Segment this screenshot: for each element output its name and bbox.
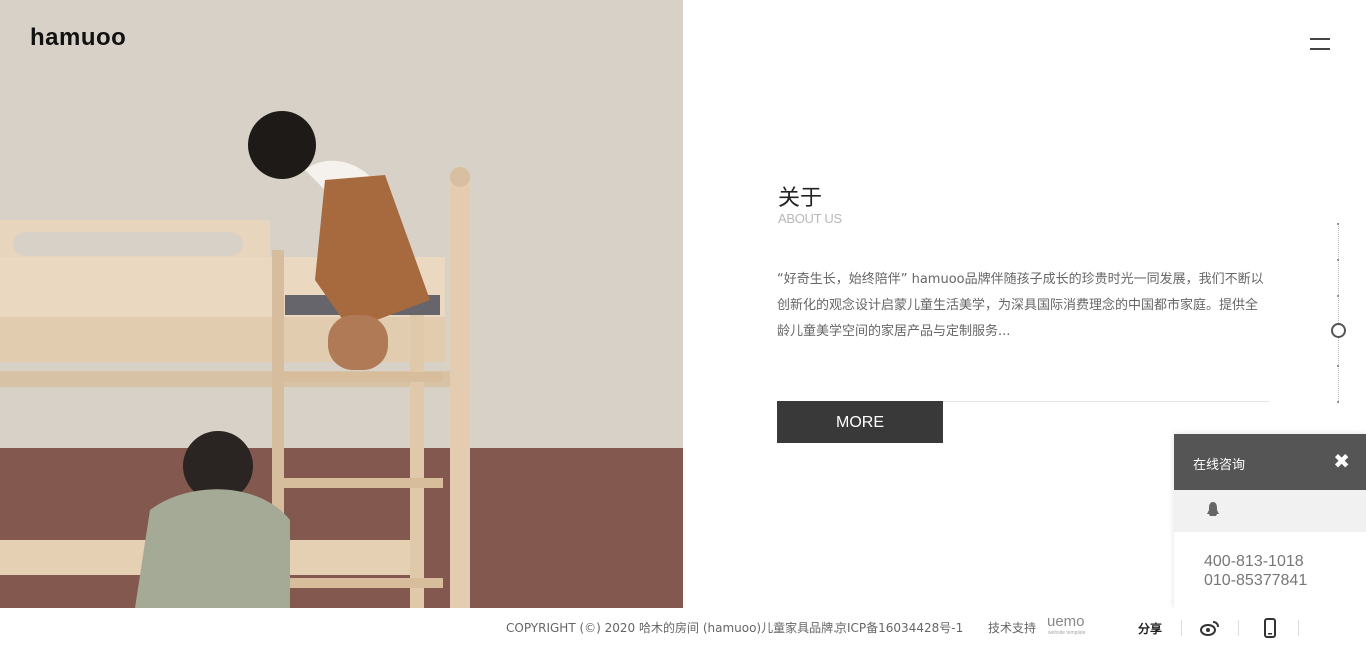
qq-contact-row[interactable] [1174, 490, 1366, 532]
pagination-dot[interactable] [1337, 259, 1339, 261]
section-pagination [1331, 223, 1347, 403]
share-label: 分享 [1138, 622, 1163, 636]
menu-line [1310, 48, 1330, 50]
pagination-dot[interactable] [1337, 365, 1339, 367]
pagination-dot[interactable] [1337, 295, 1339, 297]
weibo-icon[interactable] [1200, 618, 1220, 638]
contact-phones: 400-813-1018 010-85377841 [1204, 552, 1307, 590]
uemo-logo-tagline: website template [1048, 630, 1086, 636]
close-icon[interactable]: ✖ [1333, 450, 1350, 472]
pagination-dot[interactable] [1337, 401, 1339, 403]
pagination-active-dot[interactable] [1331, 323, 1346, 338]
hero-photo-kids-bunk-bed [0, 0, 683, 608]
hamuoo-logo[interactable]: hamuoo [30, 26, 126, 50]
qq-icon[interactable] [1206, 501, 1220, 519]
footer-separator [1238, 620, 1239, 636]
hamburger-menu-icon[interactable] [1310, 35, 1332, 53]
pagination-dot[interactable] [1337, 223, 1339, 225]
phone-number[interactable]: 010-85377841 [1204, 571, 1307, 590]
about-description: “好奇生长，始终陪伴” hamuoo品牌伴随孩子成长的珍贵时光一同发展，我们不断… [777, 272, 1264, 339]
icp-link[interactable]: 京ICP备16034428号-1 [835, 619, 963, 636]
chat-title: 在线咨询 [1193, 458, 1246, 473]
more-button[interactable]: MORE [777, 401, 943, 443]
about-title: 关于 [778, 186, 823, 211]
about-subtitle: ABOUT US [778, 211, 842, 226]
footer-separator [1298, 620, 1299, 636]
online-consult-panel: 在线咨询 ✖ 400-813-1018 010-85377841 [1174, 434, 1366, 608]
chat-header: 在线咨询 ✖ [1174, 434, 1366, 490]
tech-support-label: 技术支持 [988, 621, 1037, 635]
copyright-text: COPYRIGHT (©) 2020 哈木的房间 (hamuoo)儿童家具品牌. [506, 621, 837, 635]
uemo-logo[interactable]: uemo website template [1047, 612, 1097, 637]
menu-line [1310, 38, 1330, 40]
uemo-logo-text: uemo [1047, 613, 1085, 630]
hero-image [0, 0, 683, 608]
phone-number[interactable]: 400-813-1018 [1204, 552, 1307, 571]
mobile-icon[interactable] [1264, 618, 1276, 638]
footer-separator [1181, 620, 1182, 636]
